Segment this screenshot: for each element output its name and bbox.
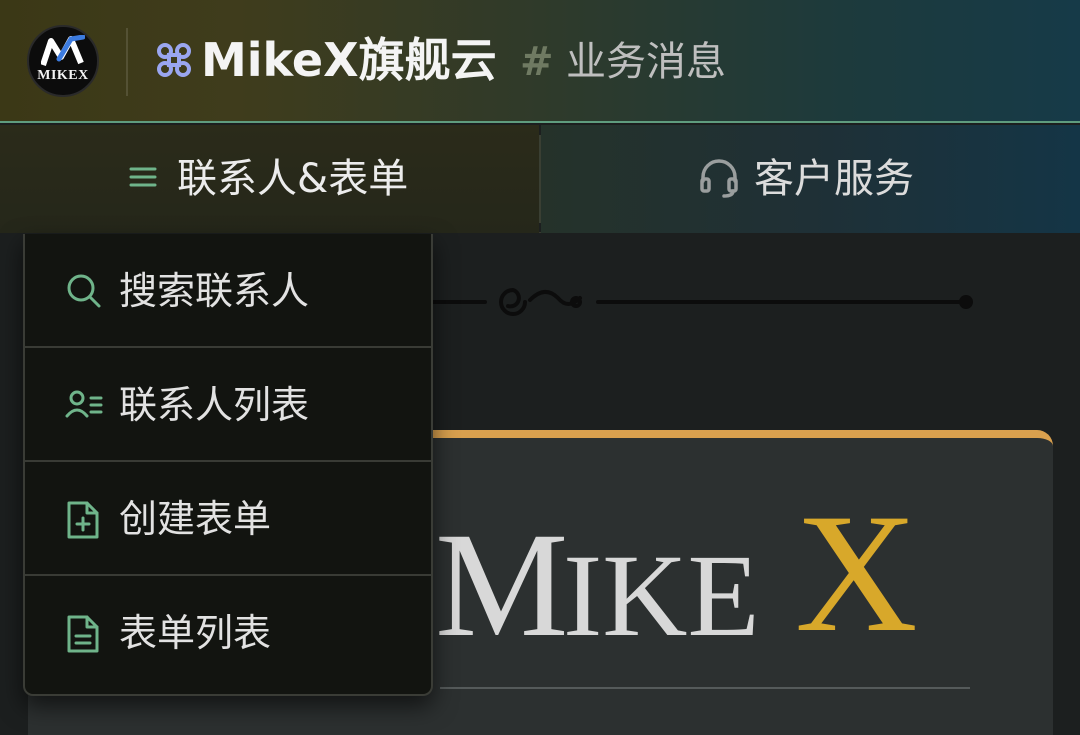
svg-text:X: X — [795, 495, 918, 645]
mikex-logo[interactable]: MIKEX — [27, 25, 99, 97]
tab-bar: 联系人&表单 客户服务 — [0, 125, 1080, 233]
menu-icon — [129, 165, 157, 193]
tab-customer-service[interactable]: 客户服务 — [541, 125, 1080, 233]
ornament-divider — [430, 287, 973, 316]
menu-item-search-contacts[interactable]: 搜索联系人 — [25, 234, 431, 348]
menu-item-create-form[interactable]: 创建表单 — [25, 462, 431, 576]
logo-text: MIKEX — [37, 68, 89, 83]
contacts-dropdown-menu: 搜索联系人 联系人列表 创建表单 表单列表 — [23, 234, 433, 696]
card-divider — [440, 687, 970, 689]
section-title: 业务消息 — [566, 39, 726, 85]
svg-text:M: M — [435, 502, 568, 645]
file-add-icon — [65, 500, 101, 544]
tab-contacts-forms-label: 联系人&表单 — [177, 156, 409, 202]
tab-contacts-forms[interactable]: 联系人&表单 — [0, 125, 539, 233]
header-divider — [126, 28, 128, 96]
svg-text:IKE: IKE — [563, 530, 760, 645]
hash-icon: # — [520, 39, 554, 85]
menu-item-label: 搜索联系人 — [119, 269, 310, 313]
menu-item-label: 联系人列表 — [119, 383, 310, 427]
logo-mark-icon — [41, 35, 85, 66]
menu-item-label: 表单列表 — [119, 611, 272, 655]
tab-customer-service-label: 客户服务 — [754, 156, 914, 202]
mikex-wordmark-logo: M IKE X — [435, 495, 918, 645]
contact-list-icon — [65, 386, 103, 428]
headset-icon — [698, 157, 740, 203]
command-icon — [156, 42, 192, 82]
menu-item-contact-list[interactable]: 联系人列表 — [25, 348, 431, 462]
brand-title: MikeX旗舰云 — [201, 33, 497, 87]
search-icon — [65, 272, 103, 314]
file-text-icon — [65, 614, 101, 658]
app-header: MIKEX MikeX旗舰云 # 业务消息 — [0, 0, 1080, 123]
menu-item-form-list[interactable]: 表单列表 — [25, 576, 431, 690]
menu-item-label: 创建表单 — [119, 497, 272, 541]
